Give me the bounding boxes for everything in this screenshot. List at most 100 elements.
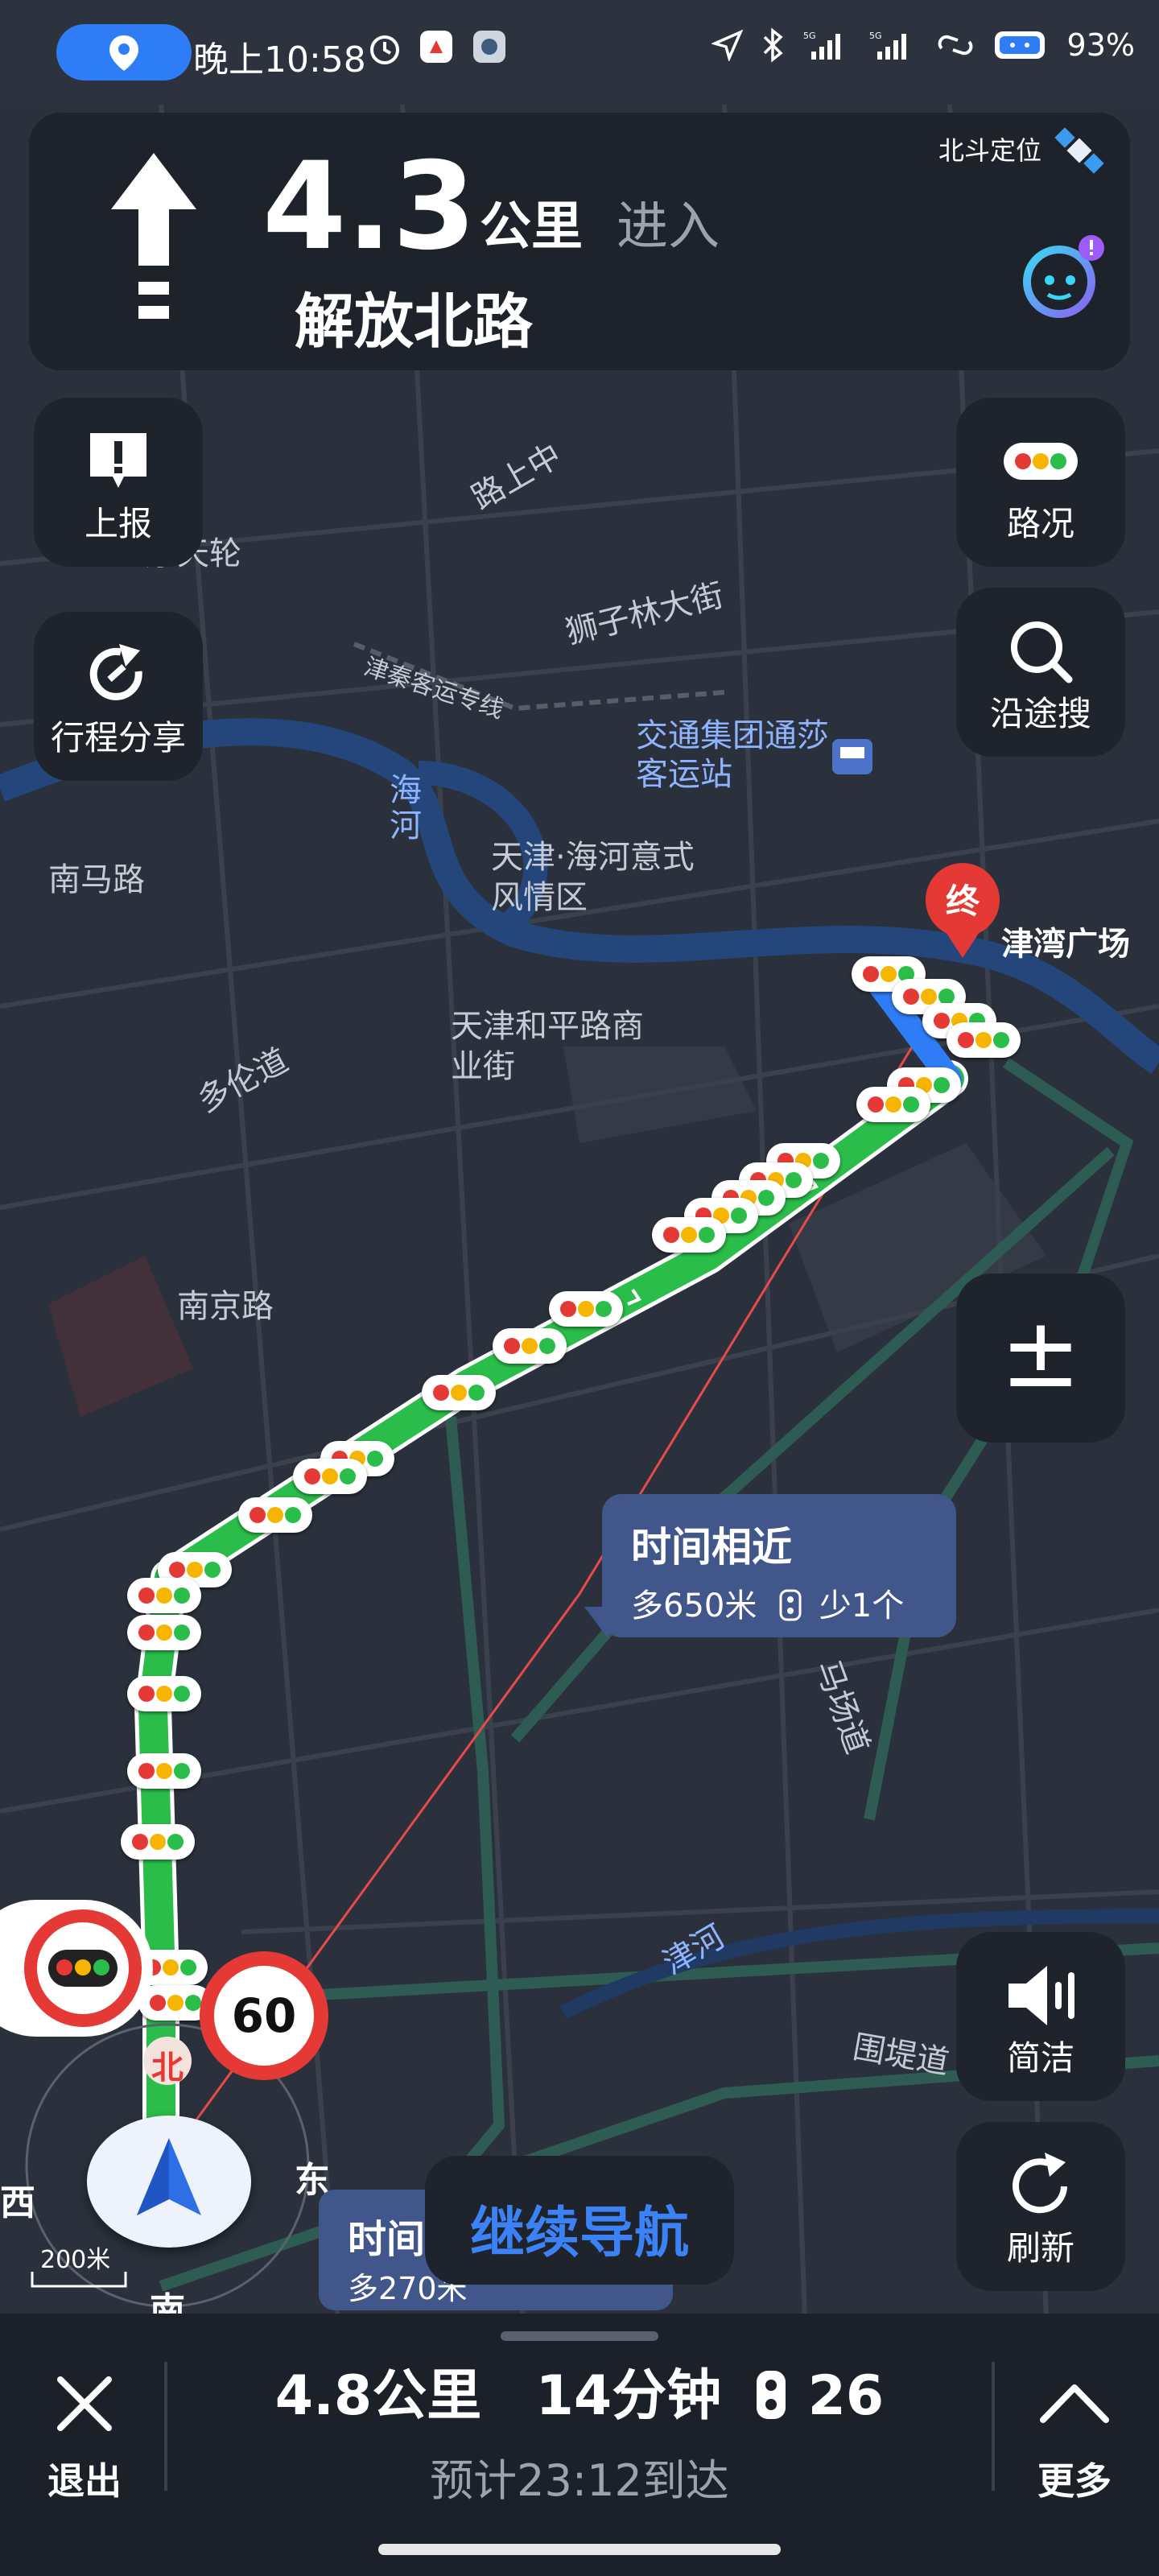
divider-right <box>992 2362 995 2491</box>
map-label-heping-road: 天津和平路商业街 <box>451 1008 644 1085</box>
current-location-car[interactable] <box>87 2116 251 2248</box>
guidance-card[interactable]: 4.3 公里 进入 解放北路 北斗定位 <box>29 113 1130 370</box>
trip-summary[interactable]: 4.8公里 14分钟 26 预计23:12到达 <box>169 2351 990 2508</box>
report-icon <box>90 433 146 488</box>
traffic-light-17 <box>238 1497 312 1533</box>
traffic-light-23 <box>121 1824 195 1860</box>
compass-north: 北 <box>151 2050 184 2087</box>
alt-route-detail: 多650米 少1个 <box>631 1579 904 1626</box>
exit-label: 退出 <box>47 2459 122 2503</box>
remaining-time: 14分钟 <box>535 2364 722 2428</box>
home-indicator[interactable] <box>378 2544 781 2555</box>
traffic-light-count: 26 <box>807 2364 885 2428</box>
bluetooth-icon <box>763 27 783 63</box>
north-marker: 北 <box>143 2037 192 2087</box>
traffic-light-6 <box>856 1087 930 1122</box>
close-icon <box>57 2376 112 2431</box>
report-button[interactable]: 上报 <box>34 398 203 567</box>
map-label-nanmalu: 南马路 <box>48 861 145 898</box>
map-label-nanjinglu: 南京路 <box>177 1288 274 1325</box>
svg-text:5G: 5G <box>869 31 882 41</box>
search-icon <box>1011 621 1073 683</box>
refresh-button[interactable]: 刷新 <box>956 2122 1125 2291</box>
link-icon <box>938 35 972 56</box>
trip-summary-line: 4.8公里 14分钟 26 <box>169 2351 990 2430</box>
drag-handle[interactable] <box>501 2331 658 2341</box>
share-trip-icon <box>89 644 142 700</box>
traffic-light-16 <box>293 1459 367 1494</box>
traffic-button[interactable]: 路况 <box>956 398 1125 567</box>
compass-west: 西 <box>0 2182 35 2223</box>
speed-limit-value: 60 <box>231 1988 297 2043</box>
traffic-light-13 <box>493 1328 567 1364</box>
search-along-button[interactable]: 沿途搜 <box>956 588 1125 757</box>
alt-route-distance: 多650米 <box>631 1587 757 1624</box>
map-label-haihe: 海河 <box>390 772 422 844</box>
map-label-destination: 津湾广场 <box>1001 926 1130 963</box>
traffic-light-12 <box>549 1291 623 1327</box>
voice-mode-label: 简洁 <box>1006 2038 1074 2078</box>
continue-navigation-button[interactable]: 继续导航 <box>425 2156 734 2285</box>
speaker-icon <box>1008 1966 1074 2025</box>
traffic-light-count-icon <box>756 2371 786 2419</box>
traffic-light-22 <box>127 1753 201 1789</box>
app-notification-icon <box>473 31 505 63</box>
svg-text:终: 终 <box>946 881 980 921</box>
report-label: 上报 <box>84 504 152 543</box>
traffic-status-icon <box>1004 443 1078 480</box>
navigation-status-icon <box>711 29 743 61</box>
traffic-light-19 <box>127 1578 201 1613</box>
traffic-light-20 <box>127 1615 201 1650</box>
car-arrow-icon <box>137 2138 201 2215</box>
battery-level: 93% <box>1066 27 1135 63</box>
next-turn-action: 进入 <box>617 197 720 257</box>
more-button[interactable]: 更多 <box>1014 2359 1135 2504</box>
svg-text:5G: 5G <box>803 31 816 41</box>
zoom-icon: ± <box>1000 1298 1082 1410</box>
next-turn-unit: 公里 <box>480 197 583 257</box>
alarm-icon <box>370 35 399 64</box>
refresh-icon <box>1013 2153 1067 2214</box>
compass-app-icon <box>420 31 452 63</box>
positioning-status: 北斗定位 <box>938 135 1041 166</box>
status-bar: 晚上10:58 5G 5G 93% <box>0 0 1159 105</box>
alt-route-title: 时间相近 <box>631 1524 792 1571</box>
traffic-light-14 <box>422 1375 496 1410</box>
speed-limit-sign: 60 <box>200 1951 328 2080</box>
chevron-up-icon <box>1040 2384 1109 2423</box>
traffic-light-21 <box>127 1676 201 1711</box>
satellite-icon <box>1054 127 1104 174</box>
map-label-italian-town: 天津·海河意式风情区 <box>491 839 695 916</box>
share-trip-button[interactable]: 行程分享 <box>34 612 203 781</box>
share-trip-label: 行程分享 <box>50 718 186 758</box>
location-pin-icon <box>109 35 138 71</box>
map-scale: 200米 <box>40 2246 111 2274</box>
straight-arrow-icon <box>111 153 196 319</box>
battery-saver-icon <box>994 31 1045 59</box>
exit-button[interactable]: 退出 <box>32 2359 137 2504</box>
map-label-bus-station: 交通集团通莎客运站 <box>636 717 829 793</box>
more-label: 更多 <box>1037 2459 1112 2503</box>
clock: 晚上10:58 <box>193 39 366 80</box>
location-indicator[interactable] <box>56 24 192 80</box>
traffic-label: 路况 <box>1006 504 1074 543</box>
refresh-label: 刷新 <box>1006 2228 1074 2268</box>
alt-route-pointer <box>584 1607 608 1639</box>
traffic-light-4 <box>947 1022 1021 1058</box>
divider-left <box>164 2362 167 2491</box>
zoom-button[interactable]: ± <box>956 1274 1125 1443</box>
assistant-face-icon[interactable] <box>1017 233 1106 322</box>
eta: 预计23:12到达 <box>430 2455 729 2506</box>
voice-mode-button[interactable]: 简洁 <box>956 1932 1125 2101</box>
traffic-light-sign <box>0 1900 153 2037</box>
traffic-light-11 <box>652 1217 726 1253</box>
signal-5g-icon-2: 5G <box>869 31 906 60</box>
alt-route-bubble[interactable]: 时间相近 多650米 少1个 <box>602 1494 956 1637</box>
continue-navigation-label: 继续导航 <box>469 2202 689 2265</box>
alt-route-2-title: 时间 <box>348 2217 426 2262</box>
next-road-name: 解放北路 <box>295 287 533 357</box>
traffic-light-icon <box>779 1589 802 1621</box>
next-turn-distance: 4.3 <box>262 137 476 277</box>
remaining-distance: 4.8公里 <box>274 2364 482 2428</box>
search-along-label: 沿途搜 <box>989 694 1091 733</box>
